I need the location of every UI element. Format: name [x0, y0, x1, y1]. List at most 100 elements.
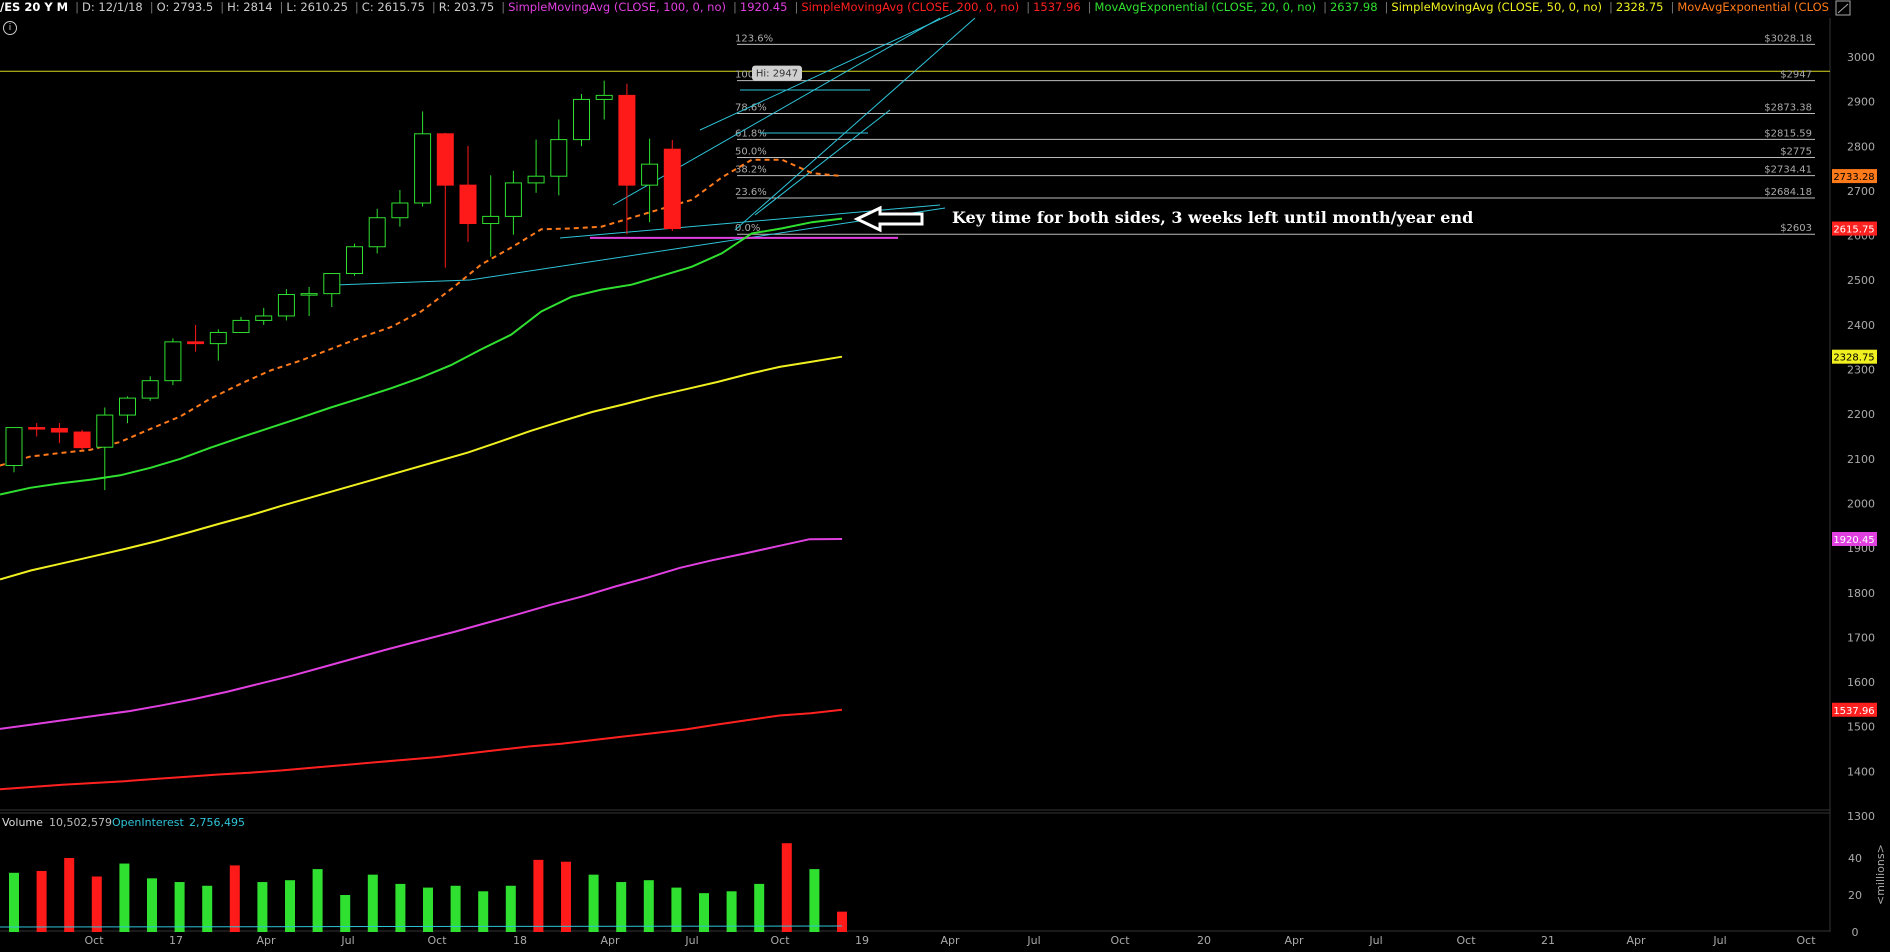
x-axis-tick-label: Jul [1368, 934, 1382, 947]
x-axis-tick-label: Jul [684, 934, 698, 947]
candle-body [391, 202, 409, 219]
candle-body [573, 98, 590, 141]
volume-bar [837, 911, 847, 932]
moving-average-line [0, 217, 843, 496]
volume-bar [754, 883, 765, 932]
volume-tick-label: 40 [1848, 852, 1862, 865]
x-axis-tick-label: Apr [256, 934, 276, 947]
volume-bar [588, 874, 599, 932]
volume-bar [257, 882, 268, 932]
candle-body [527, 175, 545, 184]
y-axis-tick-label: 2000 [1847, 497, 1875, 510]
volume-bar [91, 876, 102, 932]
candle-body [618, 94, 636, 186]
volume-bar [285, 880, 295, 932]
hi-label-text: Hi: 2947 [756, 69, 798, 80]
openinterest-value: 2,756,495 [189, 816, 245, 829]
price-tag-text: 2328.75 [1833, 353, 1874, 364]
volume-bar [533, 859, 544, 932]
candle-body [641, 163, 659, 186]
candle-body [73, 431, 91, 449]
volume-bar [395, 883, 406, 932]
candle-body [232, 319, 250, 333]
candle-body [96, 414, 114, 448]
x-axis-tick-label: Apr [940, 934, 960, 947]
x-axis-tick-label: Oct [1456, 934, 1476, 947]
x-axis-tick-label: Oct [1796, 934, 1816, 947]
volume-tick-label: 20 [1848, 889, 1862, 902]
y-axis-tick-label: 2400 [1847, 319, 1875, 332]
candle-body [504, 182, 522, 217]
fib-price-label: $2775 [1780, 146, 1812, 157]
candle-body [5, 427, 23, 467]
volume-bar [671, 887, 682, 932]
candle-body [436, 133, 454, 186]
channel-trendline [754, 109, 891, 216]
candle-body [595, 94, 613, 100]
price-tag-text: 1537.96 [1833, 706, 1874, 717]
volume-unit-label: <millions> [1874, 844, 1887, 905]
x-axis-tick-label: Oct [84, 934, 104, 947]
volume-bar [64, 858, 75, 932]
price-chart[interactable]: 123.6%$3028.18100.0%$294778.6%$2873.3861… [0, 0, 1890, 952]
y-axis-tick-label: 2200 [1847, 408, 1875, 421]
moving-average-line [0, 158, 843, 467]
fib-level-label: 23.6% [735, 187, 767, 198]
y-axis-tick-label: 1700 [1847, 631, 1875, 644]
price-tag-text: 2733.28 [1833, 172, 1874, 183]
volume-bar [229, 865, 240, 932]
volume-bar [643, 880, 654, 932]
volume-bar [9, 872, 19, 932]
fib-price-label: $2684.18 [1764, 187, 1812, 198]
volume-bar [561, 861, 571, 932]
candle-body [346, 246, 363, 275]
y-axis-tick-label: 2800 [1847, 140, 1875, 153]
x-axis-tick-label: Jul [340, 934, 354, 947]
candle-body [255, 315, 273, 321]
volume-label: Volume [2, 816, 43, 829]
openinterest-label: OpenInterest [112, 816, 184, 829]
candle-body [50, 427, 68, 433]
volume-bar [505, 885, 516, 932]
volume-bar [809, 869, 820, 932]
candle-body [414, 133, 432, 204]
candle-body [141, 380, 159, 399]
volume-bar [367, 874, 378, 932]
fib-price-label: $2947 [1780, 70, 1812, 81]
y-axis-tick-label: 2300 [1847, 364, 1875, 377]
volume-bar [147, 878, 157, 932]
y-axis-tick-label: 1300 [1847, 810, 1875, 823]
annotation-text: Key time for both sides, 3 weeks left un… [952, 208, 1473, 227]
candle-body [164, 341, 182, 382]
candle-body [663, 148, 681, 230]
fib-level-label: 50.0% [735, 146, 767, 157]
candle-body [119, 397, 136, 416]
fib-price-label: $2734.41 [1764, 165, 1812, 176]
moving-average-line [0, 538, 843, 730]
candle-body [187, 341, 205, 345]
volume-tick-label: 0 [1852, 926, 1859, 939]
moving-average-line [0, 355, 843, 581]
x-axis-tick-label: Apr [1284, 934, 1304, 947]
channel-trendline [612, 17, 941, 206]
y-axis-tick-label: 1400 [1847, 765, 1875, 778]
x-axis-tick-label: 18 [513, 934, 527, 947]
candle-body [368, 217, 386, 248]
x-axis-tick-label: Oct [770, 934, 790, 947]
fib-price-label: $2603 [1780, 223, 1812, 234]
candle-body [550, 139, 568, 177]
x-axis-tick-label: 21 [1541, 934, 1555, 947]
x-axis-tick-label: Oct [427, 934, 447, 947]
fib-level-label: 123.6% [735, 33, 773, 44]
x-axis-tick-label: 17 [169, 934, 183, 947]
y-axis-tick-label: 2100 [1847, 453, 1875, 466]
moving-average-line [0, 708, 843, 791]
volume-bar [312, 869, 323, 932]
volume-value: 10,502,579 [49, 816, 112, 829]
candle-body [28, 427, 46, 430]
price-tag-text: 2615.75 [1833, 225, 1874, 236]
x-axis-tick-label: 20 [1197, 934, 1211, 947]
candle-body [300, 293, 318, 296]
candle-body [459, 184, 477, 225]
fib-price-label: $2815.59 [1764, 128, 1812, 139]
